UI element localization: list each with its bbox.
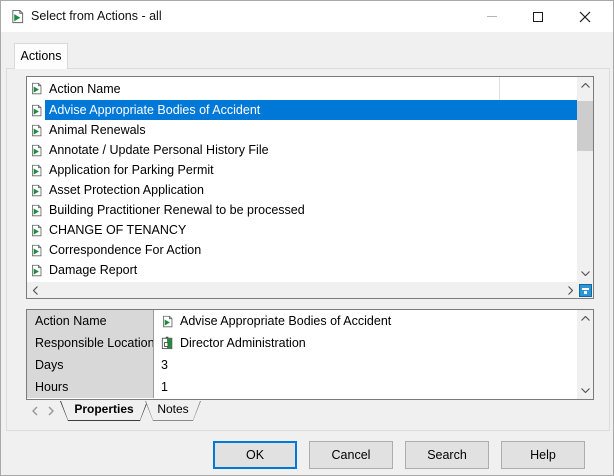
window-title: Select from Actions - all bbox=[31, 1, 162, 32]
property-value-text: 3 bbox=[161, 358, 168, 372]
action-document-icon bbox=[27, 240, 45, 260]
list-vertical-scrollbar[interactable] bbox=[577, 77, 593, 282]
column-header-action-name[interactable]: Action Name bbox=[27, 77, 577, 100]
maximize-button[interactable] bbox=[515, 1, 560, 32]
action-document-icon bbox=[27, 120, 45, 140]
property-value: 3 bbox=[154, 354, 577, 376]
properties-tab-strip: Properties Notes bbox=[26, 401, 594, 423]
property-row: Responsible Location Director Administra… bbox=[27, 332, 577, 354]
chevron-up-icon bbox=[581, 83, 590, 88]
scroll-down-button[interactable] bbox=[577, 265, 593, 282]
help-button[interactable]: Help bbox=[501, 441, 585, 469]
property-value: Director Administration bbox=[154, 332, 577, 354]
action-document-icon bbox=[161, 314, 174, 329]
action-document-icon bbox=[27, 100, 45, 120]
cancel-button[interactable]: Cancel bbox=[309, 441, 393, 469]
property-value: 1 bbox=[154, 376, 577, 398]
scroll-left-button[interactable] bbox=[27, 282, 43, 298]
column-chooser-icon bbox=[579, 284, 592, 297]
scroll-up-button[interactable] bbox=[577, 77, 593, 94]
search-button[interactable]: Search bbox=[405, 441, 489, 469]
list-item[interactable]: Asset Protection Application bbox=[27, 180, 577, 200]
scrollbar-thumb[interactable] bbox=[577, 101, 593, 151]
action-document-icon bbox=[27, 180, 45, 200]
list-item-label: Annotate / Update Personal History File bbox=[45, 140, 577, 160]
list-item[interactable]: CHANGE OF TENANCY bbox=[27, 220, 577, 240]
chevron-left-icon bbox=[33, 286, 38, 295]
column-chooser-button[interactable] bbox=[577, 282, 593, 298]
dialog-window: Select from Actions - all Actions Action… bbox=[0, 0, 614, 476]
tab-properties[interactable]: Properties bbox=[60, 401, 148, 421]
property-label: Responsible Location bbox=[27, 332, 154, 354]
property-label: Hours bbox=[27, 376, 154, 398]
chevron-left-icon bbox=[32, 406, 38, 416]
scroll-right-button[interactable] bbox=[562, 282, 578, 298]
tab-actions[interactable]: Actions bbox=[14, 43, 68, 69]
property-value-text: Advise Appropriate Bodies of Accident bbox=[180, 314, 391, 328]
property-value-text: 1 bbox=[161, 380, 168, 394]
list-item[interactable]: Correspondence For Action bbox=[27, 240, 577, 260]
tab-label: Notes bbox=[145, 402, 201, 416]
chevron-right-icon bbox=[48, 406, 54, 416]
tab-notes[interactable]: Notes bbox=[145, 401, 201, 421]
title-bar: Select from Actions - all bbox=[1, 1, 613, 32]
properties-vertical-scrollbar[interactable] bbox=[577, 310, 593, 399]
list-item-label: Application for Parking Permit bbox=[45, 160, 577, 180]
properties-panel: Action Name Advise Appropriate Bodies of… bbox=[26, 309, 594, 400]
list-item-label: Correspondence For Action bbox=[45, 240, 577, 260]
property-label: Days bbox=[27, 354, 154, 376]
close-icon bbox=[579, 11, 591, 23]
property-label: Action Name bbox=[27, 310, 154, 332]
action-document-icon bbox=[27, 79, 45, 99]
minimize-button[interactable] bbox=[469, 1, 514, 32]
list-item-label: Advise Appropriate Bodies of Accident bbox=[45, 100, 577, 120]
action-document-icon bbox=[27, 200, 45, 220]
ok-button[interactable]: OK bbox=[213, 441, 297, 469]
location-icon bbox=[161, 336, 174, 350]
property-value: Advise Appropriate Bodies of Accident bbox=[154, 310, 577, 332]
list-item-label: Damage Report bbox=[45, 260, 577, 280]
tab-scroll-right-button[interactable] bbox=[44, 404, 58, 418]
actions-list: Action Name Advise Appropriate Bodies of… bbox=[26, 76, 594, 299]
chevron-up-icon bbox=[581, 316, 590, 321]
column-divider[interactable] bbox=[499, 77, 500, 100]
action-document-icon bbox=[27, 220, 45, 240]
action-document-icon bbox=[27, 160, 45, 180]
column-header-label: Action Name bbox=[45, 79, 577, 99]
list-item-label: Animal Renewals bbox=[45, 120, 577, 140]
scroll-up-button[interactable] bbox=[577, 310, 593, 327]
action-document-icon bbox=[27, 260, 45, 280]
property-row: Hours 1 bbox=[27, 376, 577, 398]
list-item-label: CHANGE OF TENANCY bbox=[45, 220, 577, 240]
action-document-icon bbox=[27, 140, 45, 160]
minimize-icon bbox=[487, 16, 497, 17]
list-item[interactable]: Application for Parking Permit bbox=[27, 160, 577, 180]
property-value-text: Director Administration bbox=[180, 336, 306, 350]
property-row: Days 3 bbox=[27, 354, 577, 376]
action-document-icon bbox=[10, 9, 25, 24]
list-item-label: Asset Protection Application bbox=[45, 180, 577, 200]
chevron-down-icon bbox=[581, 388, 590, 393]
tab-label: Properties bbox=[60, 402, 148, 416]
list-item[interactable]: Damage Report bbox=[27, 260, 577, 280]
maximize-icon bbox=[533, 12, 543, 22]
list-item[interactable]: Annotate / Update Personal History File bbox=[27, 140, 577, 160]
list-item-label: Building Practitioner Renewal to be proc… bbox=[45, 200, 577, 220]
chevron-down-icon bbox=[581, 271, 590, 276]
tab-scroll-left-button[interactable] bbox=[28, 404, 42, 418]
close-button[interactable] bbox=[562, 1, 607, 32]
scroll-down-button[interactable] bbox=[577, 382, 593, 399]
property-row: Action Name Advise Appropriate Bodies of… bbox=[27, 310, 577, 332]
list-item[interactable]: Advise Appropriate Bodies of Accident bbox=[27, 100, 577, 120]
list-horizontal-scrollbar[interactable] bbox=[27, 282, 578, 298]
chevron-right-icon bbox=[568, 286, 573, 295]
list-item[interactable]: Animal Renewals bbox=[27, 120, 577, 140]
list-item[interactable]: Building Practitioner Renewal to be proc… bbox=[27, 200, 577, 220]
